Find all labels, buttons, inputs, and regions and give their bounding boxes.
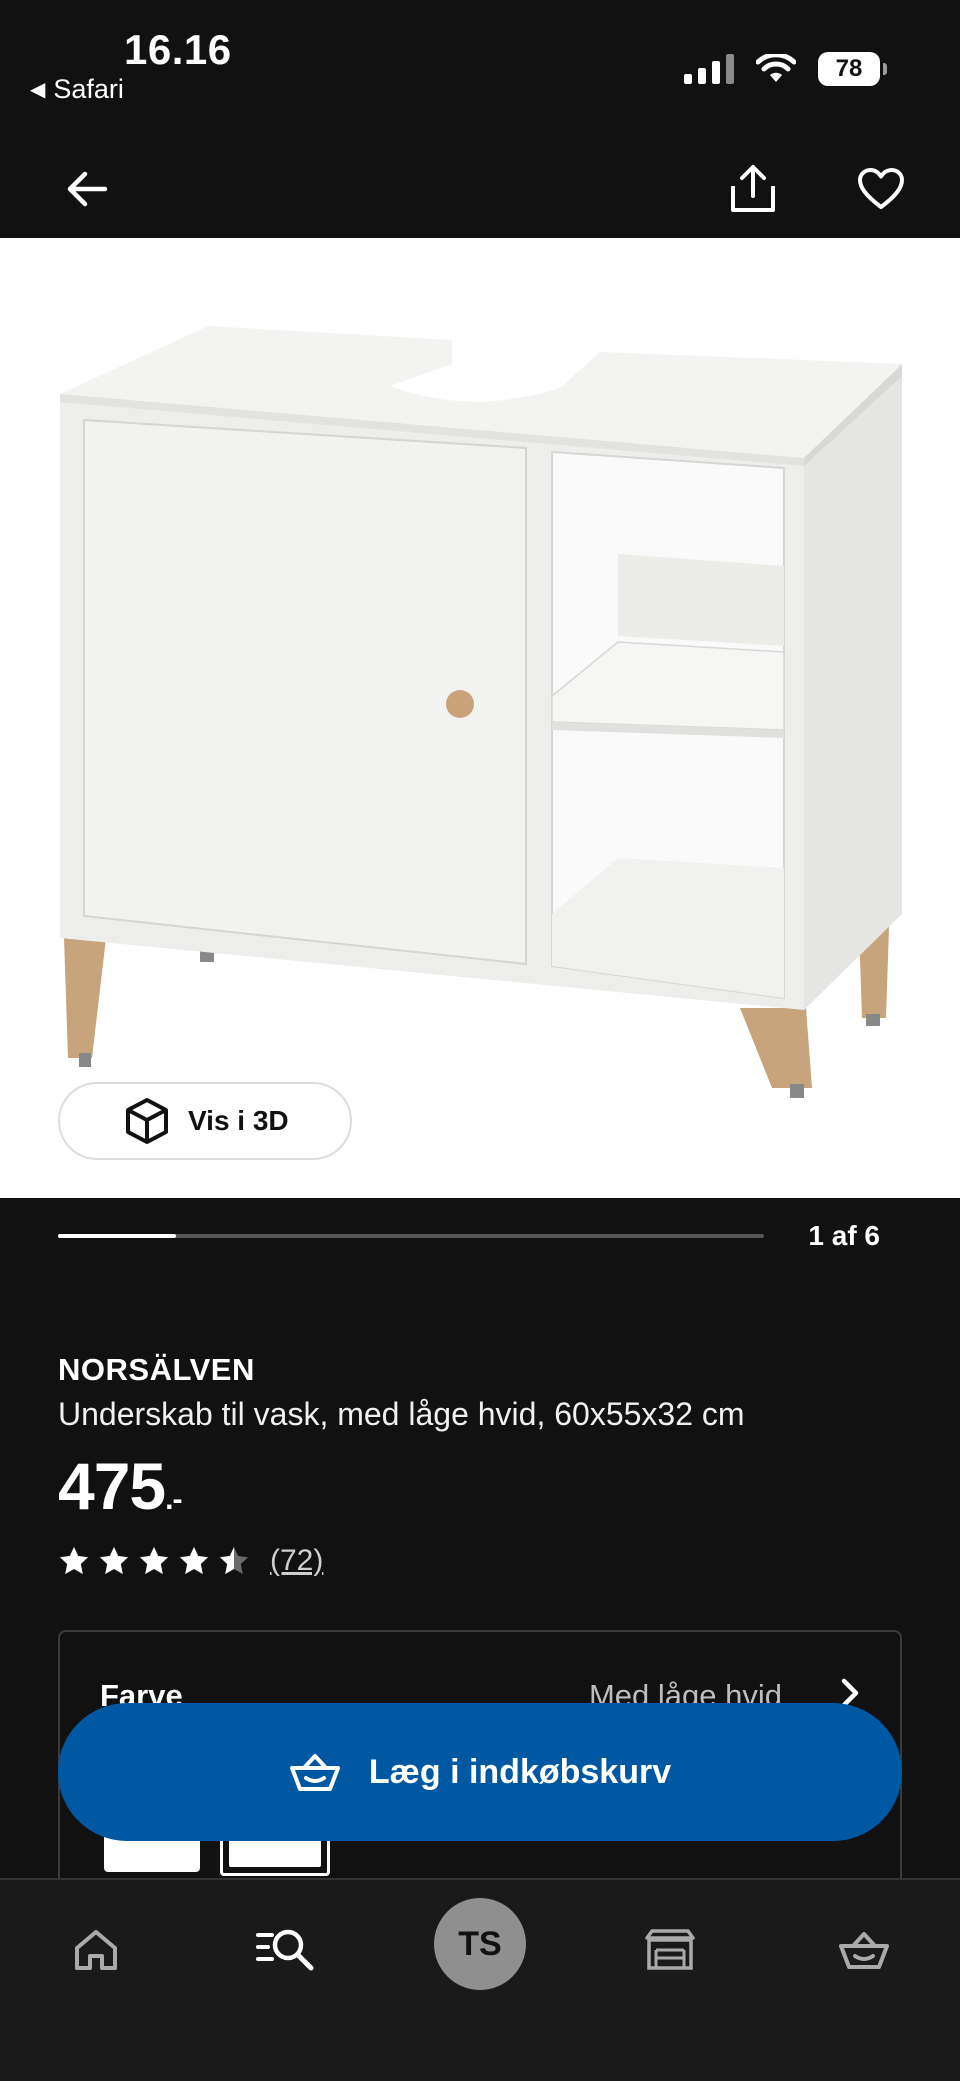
arrow-left-icon — [67, 171, 108, 207]
back-triangle-icon: ◀ — [30, 79, 46, 101]
battery-icon: 78 — [818, 52, 887, 86]
star-icon — [100, 1547, 128, 1574]
back-to-app[interactable]: ◀ Safari — [30, 74, 124, 105]
search-icon — [256, 1929, 314, 1971]
wifi-icon — [756, 54, 796, 82]
gallery-counter: 1 af 6 — [808, 1220, 880, 1251]
product-price: 475.- — [58, 1448, 182, 1524]
bottom-nav: TS — [0, 1878, 960, 2081]
nav-basket[interactable] — [824, 1910, 904, 1990]
back-button[interactable] — [56, 158, 118, 220]
signal-icon — [684, 54, 734, 84]
view-3d-button[interactable]: Vis i 3D — [58, 1082, 352, 1160]
nav-store[interactable] — [630, 1910, 710, 1990]
basket-icon — [839, 1932, 889, 1969]
status-indicators: 78 — [684, 52, 887, 86]
cube-icon — [126, 1098, 168, 1144]
review-count-link[interactable]: (72) — [270, 1544, 323, 1578]
star-icon — [220, 1547, 248, 1574]
gallery-progress-bar — [58, 1234, 764, 1238]
favorite-button[interactable] — [850, 158, 912, 220]
star-icon — [140, 1547, 168, 1574]
basket-icon — [289, 1754, 340, 1791]
product-description: Underskab til vask, med låge hvid, 60x55… — [58, 1396, 745, 1432]
price-suffix: .- — [165, 1483, 182, 1516]
back-app-label: Safari — [53, 74, 124, 104]
price-main: 475 — [58, 1449, 166, 1523]
heart-icon — [858, 168, 904, 209]
gallery-progress-fill — [58, 1234, 176, 1238]
star-icon — [180, 1547, 208, 1574]
rating-stars — [58, 1545, 250, 1577]
add-to-cart-label: Læg i indkøbskurv — [368, 1752, 672, 1791]
status-time: 16.16 — [124, 26, 232, 73]
home-icon — [75, 1930, 117, 1970]
star-icon — [60, 1547, 88, 1574]
share-button[interactable] — [722, 158, 784, 220]
add-to-cart-button[interactable]: Læg i indkøbskurv — [58, 1703, 902, 1841]
nav-home[interactable] — [56, 1910, 136, 1990]
product-name: NORSÄLVEN — [58, 1352, 255, 1387]
status-bar: 16.16 ◀ Safari 78 — [0, 0, 960, 140]
product-image — [60, 326, 902, 1098]
avatar-initials: TS — [458, 1924, 502, 1963]
share-icon — [731, 165, 775, 212]
battery-level: 78 — [835, 55, 863, 82]
view-3d-label: Vis i 3D — [188, 1105, 289, 1136]
avatar[interactable]: TS — [434, 1898, 526, 1990]
product-image-gallery[interactable]: Vis i 3D — [0, 238, 960, 1198]
store-icon — [645, 1929, 695, 1970]
app-header — [0, 140, 960, 238]
nav-search[interactable] — [246, 1910, 326, 1990]
product-rating[interactable]: (72) — [58, 1544, 323, 1578]
